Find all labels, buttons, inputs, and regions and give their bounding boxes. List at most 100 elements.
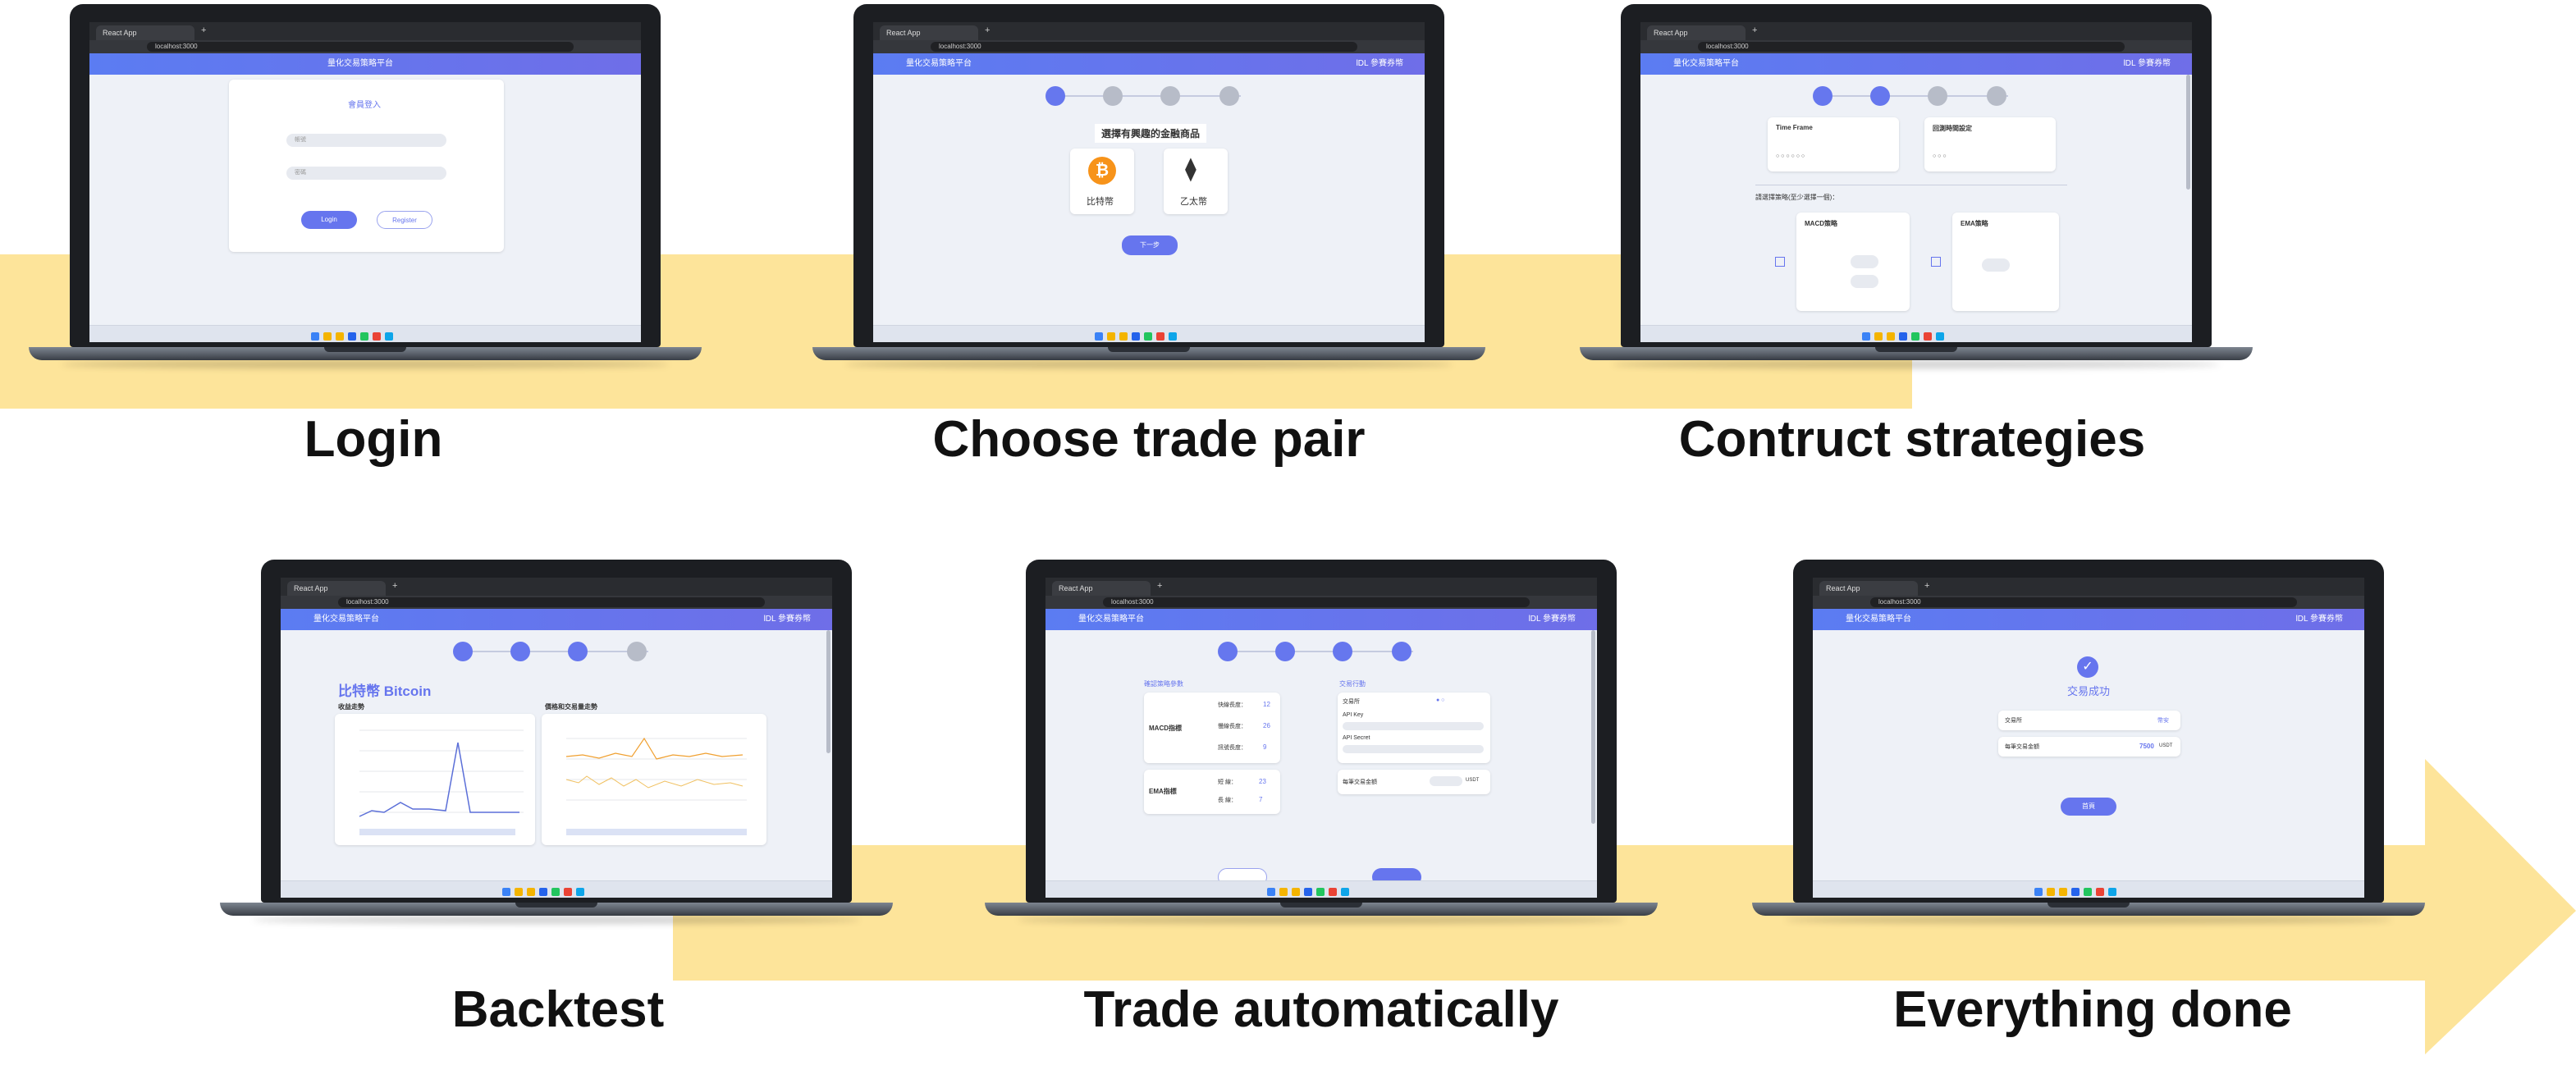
exchange-card: 交易所 ● ○ API Key API Secret (1338, 693, 1490, 763)
profit-chart-title: 收益走勢 (338, 703, 364, 711)
ema-title: EMA策略 (1961, 220, 1988, 227)
macd-param-input[interactable] (1851, 255, 1878, 268)
exchange-radios[interactable]: ● ○ (1436, 697, 1444, 703)
browser-tab[interactable]: React App (1052, 581, 1151, 596)
app-header: 量化交易策略平台 lDL 參賽券幣 (1045, 609, 1597, 630)
amount-row: 每筆交易金額 7500 USDT (1998, 737, 2180, 757)
taskbar (873, 325, 1425, 342)
laptop-trade: React App + localhost:3000 量化交易策略平台 lDL 參賽… (985, 560, 1658, 937)
brand-title: 量化交易策略平台 (906, 59, 972, 68)
stepper (453, 640, 658, 665)
period-radios[interactable]: ○ ○ ○ (1933, 153, 1947, 159)
stepper (1045, 85, 1251, 109)
user-badge[interactable]: lDL 參賽券幣 (1357, 53, 1403, 75)
app-header: 量化交易策略平台 (89, 53, 641, 75)
new-tab-icon[interactable]: + (201, 25, 206, 35)
api-secret-label: API Secret (1343, 735, 1370, 741)
short-value: 23 (1259, 778, 1266, 785)
action-title: 交易行動 (1339, 680, 1366, 688)
url-bar[interactable]: localhost:3000 (338, 597, 765, 607)
fast-value: 12 (1263, 701, 1270, 708)
browser-tab[interactable]: React App (1647, 25, 1746, 40)
api-key-label: API Key (1343, 712, 1364, 718)
amount-label: 每筆交易金額 (2005, 744, 2039, 750)
price-volume-svg (565, 737, 747, 835)
user-badge[interactable]: lDL 參賽券幣 (2296, 609, 2343, 630)
url-bar[interactable]: localhost:3000 (1103, 597, 1530, 607)
scrollbar[interactable] (1591, 630, 1595, 824)
macd-card: MACD策略 (1796, 213, 1910, 311)
laptop-backtest: React App + localhost:3000 量化交易策略平台 lDL 參賽… (220, 560, 893, 937)
password-input[interactable]: 密碼 (286, 167, 446, 180)
url-bar[interactable]: localhost:3000 (1698, 42, 2125, 52)
app-header: 量化交易策略平台 lDL 參賽券幣 (1640, 53, 2192, 75)
login-button[interactable]: Login (301, 211, 357, 229)
home-button[interactable]: 首頁 (2061, 798, 2116, 816)
scrollbar[interactable] (2186, 75, 2190, 190)
browser-tab[interactable]: React App (96, 25, 194, 40)
ema-param-input[interactable] (1982, 258, 2010, 272)
ema-card: EMA策略 (1952, 213, 2059, 311)
backtest-period-card: 回測時間設定 ○ ○ ○ (1924, 117, 2056, 171)
browser-tab[interactable]: React App (287, 581, 386, 596)
next-button[interactable]: 下一步 (1122, 235, 1178, 255)
laptop-choose-pair: React App + localhost:3000 量化交易策略平台 lDL 參賽… (812, 4, 1485, 382)
long-value: 7 (1259, 796, 1263, 803)
strategy-hint: 請選擇策略(至少選擇一個)： (1755, 194, 1839, 201)
user-badge[interactable]: lDL 參賽券幣 (2124, 53, 2171, 75)
backtest-period-title: 回測時間設定 (1933, 125, 1972, 132)
taskbar (1045, 880, 1597, 898)
api-secret-input[interactable] (1343, 745, 1484, 753)
user-badge[interactable]: lDL 參賽券幣 (1529, 609, 1576, 630)
stepper (1813, 85, 2018, 109)
amount-input[interactable] (1430, 776, 1462, 786)
choose-heading: 選擇有興趣的金融商品 (1095, 124, 1207, 143)
exchange-value: 幣安 (2157, 718, 2169, 724)
timeframe-radios[interactable]: ○ ○ ○ ○ ○ ○ (1776, 153, 1805, 159)
url-bar[interactable]: localhost:3000 (1870, 597, 2297, 607)
api-key-input[interactable] (1343, 722, 1484, 730)
new-tab-icon[interactable]: + (1924, 581, 1929, 591)
exchange-label: 交易所 (2005, 718, 2022, 724)
amount-unit: USDT (2159, 743, 2173, 748)
url-bar[interactable]: localhost:3000 (931, 42, 1357, 52)
ema-checkbox[interactable] (1931, 257, 1941, 267)
login-card: 會員登入 帳號 密碼 Login Register (229, 80, 504, 252)
browser-tab[interactable]: React App (880, 25, 978, 40)
macd-checkbox[interactable] (1775, 257, 1785, 267)
new-tab-icon[interactable]: + (1752, 25, 1757, 35)
laptop-strategies: React App + localhost:3000 量化交易策略平台 lDL 參賽… (1580, 4, 2253, 382)
app-header: 量化交易策略平台 lDL 參賽券幣 (1813, 609, 2364, 630)
brand-title: 量化交易策略平台 (1846, 615, 1911, 624)
success-title: 交易成功 (2067, 685, 2111, 697)
scrollbar[interactable] (826, 630, 830, 753)
profit-chart (335, 714, 535, 845)
new-tab-icon[interactable]: + (392, 581, 397, 591)
price-chart-title: 價格和交易量走勢 (545, 703, 597, 711)
bitcoin-icon: ₿ (1088, 157, 1116, 185)
signal-value: 9 (1263, 743, 1267, 751)
laptop-login: React App + localhost:3000 量化交易策略平台 會員登入 … (29, 4, 702, 382)
taskbar (281, 880, 832, 898)
browser-tab[interactable]: React App (1819, 581, 1918, 596)
new-tab-icon[interactable]: + (1157, 581, 1162, 591)
app-header: 量化交易策略平台 lDL 參賽券幣 (281, 609, 832, 630)
btc-label: 比特幣 (1087, 197, 1114, 207)
new-tab-icon[interactable]: + (985, 25, 990, 35)
caption-strategies: Contruct strategies (1678, 411, 2146, 468)
register-button[interactable]: Register (377, 211, 432, 229)
user-badge[interactable]: lDL 參賽券幣 (764, 609, 811, 630)
url-bar[interactable]: localhost:3000 (147, 42, 574, 52)
profit-line-svg (359, 729, 524, 835)
screen-done: React App + localhost:3000 量化交易策略平台 lDL 參賽… (1813, 578, 2364, 898)
laptop-done: React App + localhost:3000 量化交易策略平台 lDL 參賽… (1752, 560, 2425, 937)
eth-card[interactable]: ⧫ 乙太幣 (1164, 149, 1228, 214)
caption-login: Login (304, 411, 443, 468)
short-label: 短 線： (1218, 780, 1237, 785)
ema-params-card: EMA指標 短 線： 23 長 線： 7 (1144, 770, 1280, 814)
btc-card[interactable]: ₿ 比特幣 (1070, 149, 1134, 214)
macd-param-input-2[interactable] (1851, 275, 1878, 288)
amount-card: 每筆交易金額 USDT (1338, 770, 1490, 794)
username-input[interactable]: 帳號 (286, 134, 446, 147)
slow-value: 26 (1263, 722, 1270, 729)
